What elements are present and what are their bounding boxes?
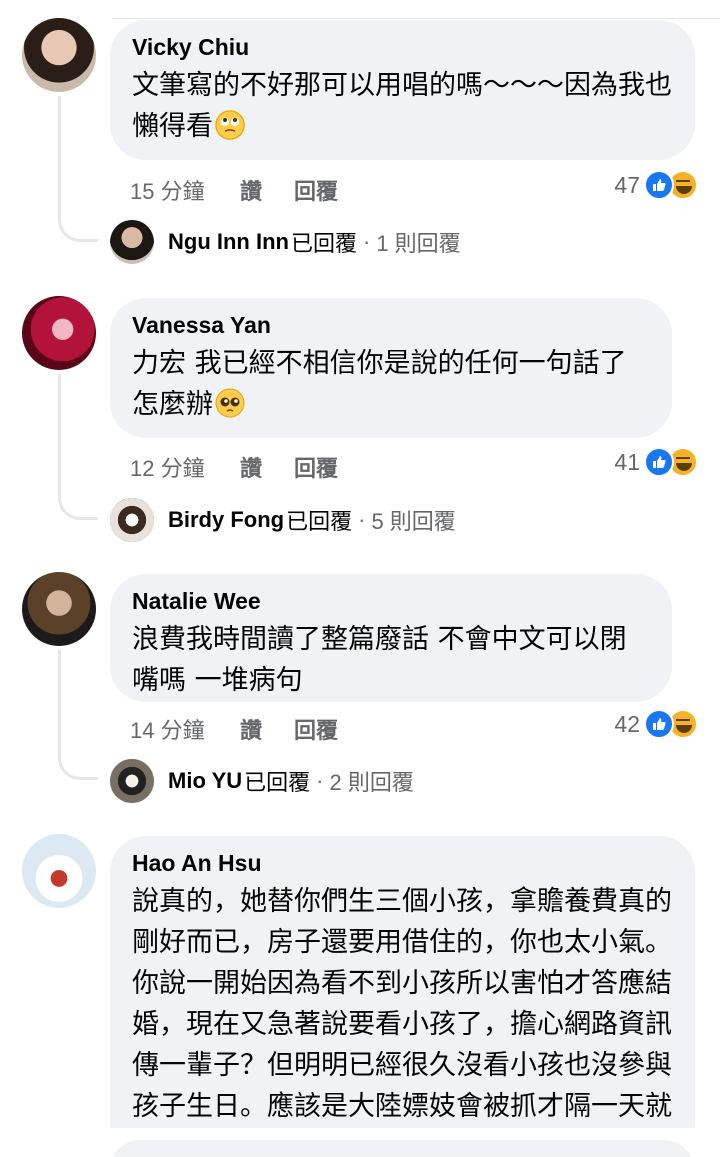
comment-author[interactable]: Hao An Hsu (132, 850, 673, 877)
reply-status: 已回覆 (286, 509, 353, 534)
comment-text: 說真的，她替你們生三個小孩，拿贍養費真的剛好而已，房子還要用借住的，你也太小氣。… (132, 886, 672, 1136)
like-button[interactable]: 讚 (240, 451, 294, 483)
next-comment-bubble (110, 1140, 694, 1157)
reaction-count: 41 (614, 448, 640, 475)
pleading-face-emoji-icon (215, 388, 245, 418)
reaction-count: 47 (614, 171, 640, 198)
reply-author: Mio YU (168, 768, 243, 793)
reaction-summary[interactable]: 42 (614, 709, 698, 739)
comment-author[interactable]: Vicky Chiu (132, 34, 673, 61)
like-button[interactable]: 讚 (240, 713, 294, 745)
reply-author: Birdy Fong (168, 507, 285, 532)
comment-bubble: Hao An Hsu 說真的，她替你們生三個小孩，拿贍養費真的剛好而已，房子還要… (110, 836, 695, 1136)
reaction-summary[interactable]: 47 (614, 170, 698, 200)
view-replies-link[interactable]: Mio YU 已回覆 · 2 則回覆 (110, 759, 414, 803)
rolling-eyes-emoji-icon (215, 110, 245, 140)
comment-actions: 15 分鐘 讚 回覆 (130, 174, 338, 206)
separator-dot: · (316, 768, 324, 793)
thread-line (58, 650, 61, 752)
like-icon (644, 170, 674, 200)
separator-dot: · (358, 507, 366, 532)
like-icon (644, 447, 674, 477)
reply-avatar (110, 220, 154, 264)
reply-button[interactable]: 回覆 (294, 451, 338, 483)
comment-bubble: Vanessa Yan 力宏 我已經不相信你是說的任何一句話了怎麼辦 (110, 298, 672, 438)
thread-line (58, 96, 61, 214)
like-button[interactable]: 讚 (240, 174, 294, 206)
view-replies-link[interactable]: Birdy Fong 已回覆 · 5 則回覆 (110, 498, 456, 542)
reply-count: 1 則回覆 (376, 231, 461, 256)
comment-time[interactable]: 15 分鐘 (130, 174, 240, 206)
thread-connector (58, 750, 98, 780)
comment-author[interactable]: Vanessa Yan (132, 312, 650, 339)
comment-text: 文筆寫的不好那可以用唱的嗎～～～因為我也懶得看 (132, 70, 672, 142)
like-icon (644, 709, 674, 739)
thread-connector (58, 212, 98, 242)
comment-actions: 14 分鐘 讚 回覆 (130, 713, 338, 745)
reply-avatar (110, 759, 154, 803)
avatar[interactable] (22, 572, 96, 646)
comment-bubble: Vicky Chiu 文筆寫的不好那可以用唱的嗎～～～因為我也懶得看 (110, 20, 695, 160)
reply-status: 已回覆 (244, 770, 311, 795)
comment-actions: 12 分鐘 讚 回覆 (130, 451, 338, 483)
comment-time[interactable]: 12 分鐘 (130, 451, 240, 483)
reply-button[interactable]: 回覆 (294, 174, 338, 206)
separator-dot: · (362, 229, 371, 254)
reply-avatar (110, 498, 154, 542)
reaction-count: 42 (614, 710, 640, 737)
comment-author[interactable]: Natalie Wee (132, 588, 650, 615)
comment-text: 浪費我時間讀了整篇廢話 不會中文可以閉嘴嗎 一堆病句 (132, 624, 627, 696)
reaction-summary[interactable]: 41 (614, 447, 698, 477)
avatar[interactable] (22, 834, 96, 908)
reply-button[interactable]: 回覆 (294, 713, 338, 745)
top-divider (112, 18, 720, 19)
thread-line (58, 374, 61, 492)
comment-text: 力宏 我已經不相信你是說的任何一句話了怎麼辦 (132, 348, 627, 420)
comment-time[interactable]: 14 分鐘 (130, 713, 240, 745)
view-replies-link[interactable]: Ngu Inn Inn 已回覆 · 1 則回覆 (110, 220, 461, 264)
avatar[interactable] (22, 296, 96, 370)
comment-bubble: Natalie Wee 浪費我時間讀了整篇廢話 不會中文可以閉嘴嗎 一堆病句 (110, 574, 672, 702)
avatar[interactable] (22, 18, 96, 92)
reply-author: Ngu Inn Inn (168, 229, 289, 254)
thread-connector (58, 490, 98, 520)
reply-count: 5 則回覆 (371, 509, 456, 534)
reply-status: 已回覆 (290, 231, 357, 256)
reply-count: 2 則回覆 (329, 770, 414, 795)
